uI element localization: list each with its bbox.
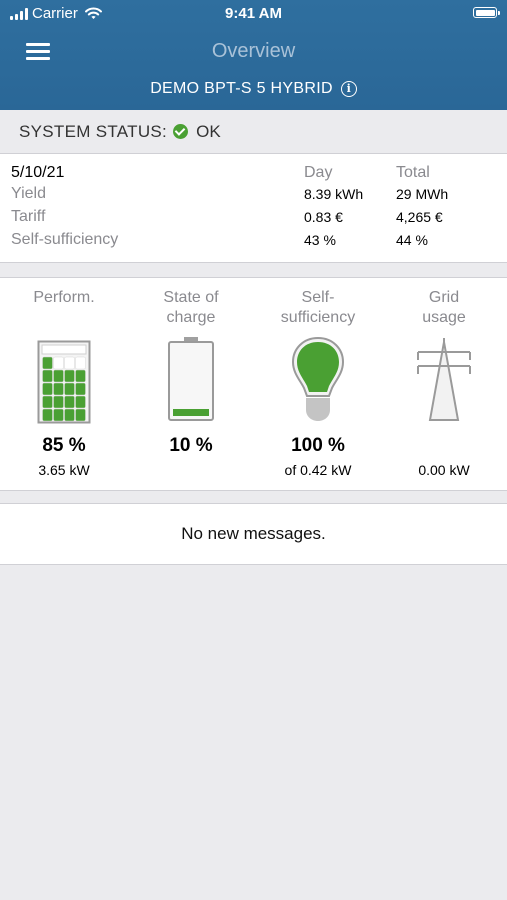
- solar-cell: [64, 356, 75, 370]
- tile-percent: 100 %: [291, 435, 345, 456]
- tile-title-line: charge: [166, 309, 216, 326]
- tile-title-line: Perform.: [33, 289, 95, 306]
- tile-performance[interactable]: Perform. 85 % 3.65 kW: [1, 278, 127, 490]
- solar-cell: [42, 369, 53, 383]
- solar-cell: [42, 382, 53, 396]
- stats-date: 5/10/21: [11, 164, 65, 181]
- messages-panel[interactable]: No new messages.: [0, 503, 507, 565]
- tile-grid-usage[interactable]: Grid usage 0.00 kW: [381, 278, 507, 490]
- messages-text: No new messages.: [181, 524, 326, 543]
- clock: 9:41 AM: [225, 5, 282, 22]
- solar-cell: [75, 408, 86, 422]
- battery-icon: [168, 337, 214, 421]
- system-status-bar: SYSTEM STATUS: OK: [0, 110, 507, 154]
- tile-title-line: Grid: [428, 289, 460, 306]
- solar-cell: [53, 369, 64, 383]
- tile-title-line: usage: [422, 309, 466, 326]
- solar-cell: [75, 356, 86, 370]
- solar-cell: [53, 356, 64, 370]
- tile-title-line: Self-: [301, 289, 335, 306]
- solar-cell: [53, 408, 64, 422]
- device-name: DEMO BPT-S 5 HYBRID: [150, 80, 333, 97]
- tile-title: State of charge: [128, 288, 254, 328]
- stats-panel: 5/10/21 Day Total Yield 8.39 kWh 29 MWh …: [0, 154, 507, 263]
- tile-title-line: State of: [163, 289, 219, 306]
- tile-state-of-charge[interactable]: State of charge 10 %: [128, 278, 254, 490]
- info-icon[interactable]: i: [340, 81, 357, 97]
- lightbulb-icon: [291, 336, 345, 421]
- battery-level-fill: [173, 409, 209, 416]
- solar-cell: [75, 382, 86, 396]
- device-selector[interactable]: DEMO BPT-S 5 HYBRID i: [0, 80, 507, 98]
- tile-subvalue: 0.00 kW: [418, 462, 470, 478]
- row-label-self-sufficiency: Self-sufficiency: [11, 231, 119, 248]
- column-header-day: Day: [304, 164, 333, 181]
- check-circle-icon: [173, 124, 189, 139]
- row-label-tariff: Tariff: [11, 208, 46, 225]
- solar-cell: [53, 382, 64, 396]
- solar-cell: [75, 369, 86, 383]
- solar-cell: [75, 395, 86, 409]
- solar-cell: [42, 408, 53, 422]
- tariff-total: 4,265 €: [396, 209, 443, 225]
- self-sufficiency-day: 43 %: [304, 232, 336, 248]
- system-status-label: SYSTEM STATUS:: [19, 121, 168, 141]
- solar-panel-icon: [37, 340, 91, 424]
- solar-cell: [64, 382, 75, 396]
- self-sufficiency-total: 44 %: [396, 232, 428, 248]
- tile-title: Self- sufficiency: [255, 288, 381, 328]
- row-label-yield: Yield: [11, 185, 46, 202]
- tile-subvalue: of 0.42 kW: [284, 462, 352, 478]
- solar-cell: [42, 356, 53, 370]
- system-status-value: OK: [196, 121, 221, 141]
- solar-cell: [64, 369, 75, 383]
- status-bar: Carrier 9:41 AM: [0, 0, 507, 28]
- solar-cell: [64, 408, 75, 422]
- power-pylon-icon: [417, 338, 471, 421]
- tariff-day: 0.83 €: [304, 209, 343, 225]
- tile-title: Perform.: [1, 288, 127, 308]
- tile-subvalue: 3.65 kW: [38, 462, 90, 478]
- tile-percent: 85 %: [42, 435, 86, 456]
- battery-status-icon: [473, 7, 500, 18]
- column-header-total: Total: [396, 164, 430, 181]
- yield-day: 8.39 kWh: [304, 186, 364, 202]
- page-title: Overview: [211, 40, 296, 62]
- tile-title: Grid usage: [381, 288, 507, 328]
- tile-percent: 10 %: [169, 435, 213, 456]
- tile-title-line: sufficiency: [280, 309, 356, 326]
- metrics-tiles: Perform. 85 % 3.65 kW State of charge 10…: [0, 277, 507, 491]
- yield-total: 29 MWh: [396, 186, 449, 202]
- solar-cell: [64, 395, 75, 409]
- header: Carrier 9:41 AM Overview DEMO BPT-S 5 HY…: [0, 0, 507, 110]
- solar-cell: [42, 395, 53, 409]
- tile-self-sufficiency[interactable]: Self- sufficiency 100 % of 0.42 kW: [255, 278, 381, 490]
- solar-cell: [53, 395, 64, 409]
